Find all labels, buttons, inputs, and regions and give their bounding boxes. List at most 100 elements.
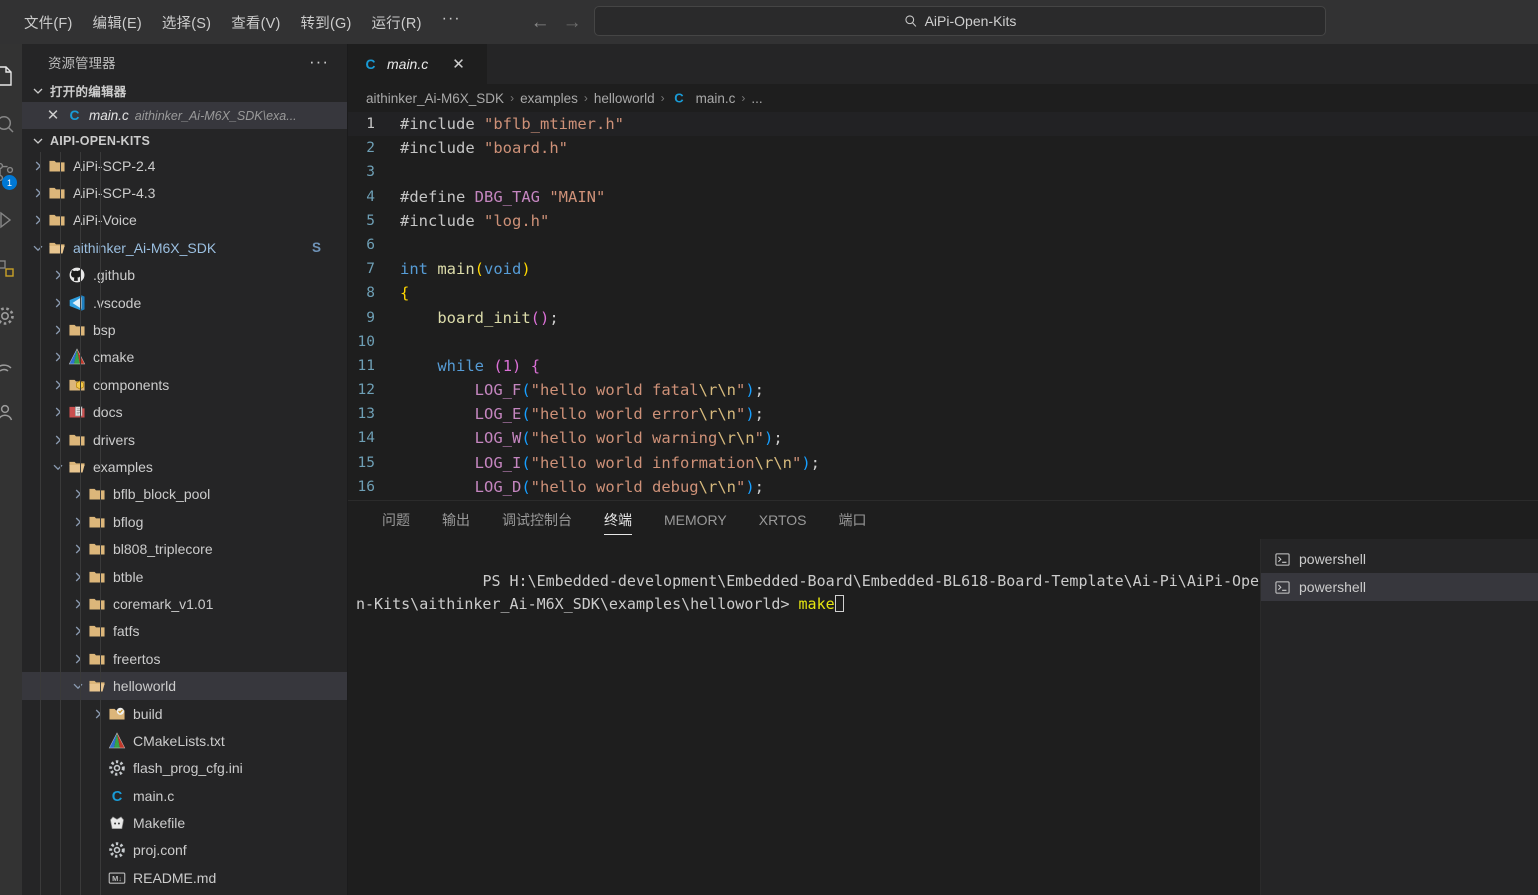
code-line[interactable]: 10 xyxy=(348,330,1538,354)
tree-folder-components[interactable]: components xyxy=(22,371,347,398)
tree-folder-bsp[interactable]: bsp xyxy=(22,316,347,343)
code-line[interactable]: 16 LOG_D("hello world debug\r\n"); xyxy=(348,475,1538,499)
tree-folder-coremark-v1-01[interactable]: coremark_v1.01 xyxy=(22,590,347,617)
tree-file-proj-conf[interactable]: proj.conf xyxy=(22,837,347,864)
explorer-more-icon[interactable]: ··· xyxy=(309,53,329,70)
tree-folder-build[interactable]: build xyxy=(22,700,347,727)
activity-run-debug[interactable] xyxy=(0,196,22,244)
tree-file-flash-prog-cfg-ini[interactable]: flash_prog_cfg.ini xyxy=(22,755,347,782)
tab-debug-console[interactable]: 调试控制台 xyxy=(486,501,588,539)
code-editor[interactable]: 1 #include "bflb_mtimer.h" 2 #include "boar… xyxy=(348,112,1538,500)
menu-file[interactable]: 文件(F) xyxy=(14,7,83,38)
code-line[interactable]: 5 #include "log.h" xyxy=(348,209,1538,233)
tree-folder-bl808-triplecore[interactable]: bl808_triplecore xyxy=(22,535,347,562)
tree-folder-bflb-block-pool[interactable]: bflb_block_pool xyxy=(22,481,347,508)
tree-folder-btble[interactable]: btble xyxy=(22,563,347,590)
tab-terminal[interactable]: 终端 xyxy=(588,501,648,539)
chevron-down-icon[interactable] xyxy=(50,459,66,475)
chevron-right-icon[interactable] xyxy=(30,212,46,228)
open-editor-item-main-c[interactable]: ✕ C main.c aithinker_Ai-M6X_SDK\exa... xyxy=(22,102,347,129)
chevron-right-icon[interactable] xyxy=(70,486,86,502)
chevron-right-icon[interactable] xyxy=(90,706,106,722)
code-line[interactable]: 2 #include "board.h" xyxy=(348,136,1538,160)
chevron-right-icon[interactable] xyxy=(50,349,66,365)
tree-folder-drivers[interactable]: drivers xyxy=(22,426,347,453)
menu-edit[interactable]: 编辑(E) xyxy=(83,7,152,38)
tree-folder-helloworld[interactable]: helloworld xyxy=(22,672,347,700)
code-line[interactable]: 11 while (1) { xyxy=(348,354,1538,378)
chevron-right-icon[interactable] xyxy=(50,322,66,338)
code-line[interactable]: 7 int main(void) xyxy=(348,257,1538,281)
tree-folder-aipi-scp-2-4[interactable]: AiPi-SCP-2.4 xyxy=(22,152,347,179)
chevron-down-icon[interactable] xyxy=(30,240,46,256)
tree-folder-aithinker-ai-m6x-sdk[interactable]: aithinker_Ai-M6X_SDK S xyxy=(22,234,347,261)
tree-folder--vscode[interactable]: .vscode xyxy=(22,289,347,316)
breadcrumb-item[interactable]: aithinker_Ai-M6X_SDK xyxy=(366,91,504,106)
terminal-output[interactable]: PS H:\Embedded-development\Embedded-Boar… xyxy=(348,539,1260,895)
chevron-right-icon[interactable] xyxy=(50,295,66,311)
tree-file-makefile[interactable]: Makefile xyxy=(22,809,347,836)
chevron-right-icon[interactable] xyxy=(30,185,46,201)
tree-file-cmakelists-txt[interactable]: CMakeLists.txt xyxy=(22,727,347,754)
activity-extensions[interactable] xyxy=(0,244,22,292)
activity-search[interactable] xyxy=(0,100,22,148)
tree-folder-fatfs[interactable]: fatfs xyxy=(22,618,347,645)
chevron-right-icon[interactable] xyxy=(70,623,86,639)
tree-file-readme-md[interactable]: M↓ README.md xyxy=(22,864,347,891)
close-icon[interactable]: ✕ xyxy=(452,57,465,72)
activity-remote[interactable] xyxy=(0,340,22,388)
tab-ports[interactable]: 端口 xyxy=(822,501,882,539)
terminal-instance-list[interactable]: powershell powershell xyxy=(1260,539,1538,895)
tree-folder-aipi-voice[interactable]: AiPi-Voice xyxy=(22,207,347,234)
menu-selection[interactable]: 选择(S) xyxy=(152,7,221,38)
menu-run[interactable]: 运行(R) xyxy=(361,7,431,38)
tab-xrtos[interactable]: XRTOS xyxy=(743,501,823,539)
chevron-right-icon[interactable] xyxy=(70,596,86,612)
tree-folder--github[interactable]: .github xyxy=(22,262,347,289)
chevron-right-icon[interactable] xyxy=(50,432,66,448)
back-arrow-icon[interactable]: ← xyxy=(531,13,550,32)
code-line[interactable]: 13 LOG_E("hello world error\r\n"); xyxy=(348,402,1538,426)
quick-input-search[interactable]: AiPi-Open-Kits xyxy=(594,6,1326,36)
code-line[interactable]: 1 #include "bflb_mtimer.h" xyxy=(348,112,1538,137)
breadcrumb-item[interactable]: examples xyxy=(520,91,578,106)
breadcrumb-item[interactable]: ... xyxy=(751,91,762,106)
tab-memory[interactable]: MEMORY xyxy=(648,501,743,539)
code-line[interactable]: 3 xyxy=(348,160,1538,184)
tree-folder-aipi-scp-4-3[interactable]: AiPi-SCP-4.3 xyxy=(22,179,347,206)
file-tree[interactable]: AiPi-SCP-2.4 AiPi-SCP-4.3 AiPi-Voice aithin… xyxy=(22,152,347,895)
chevron-down-icon[interactable] xyxy=(70,678,86,694)
code-line[interactable]: 14 LOG_W("hello world warning\r\n"); xyxy=(348,426,1538,450)
breadcrumb-item[interactable]: helloworld xyxy=(594,91,655,106)
code-line[interactable]: 9 board_init(); xyxy=(348,306,1538,330)
code-line[interactable]: 6 xyxy=(348,233,1538,257)
tab-output[interactable]: 输出 xyxy=(426,501,486,539)
tree-folder-examples[interactable]: examples xyxy=(22,453,347,480)
tree-folder-docs[interactable]: docs xyxy=(22,399,347,426)
forward-arrow-icon[interactable]: → xyxy=(563,13,582,32)
chevron-right-icon[interactable] xyxy=(50,404,66,420)
activity-explorer[interactable] xyxy=(0,52,22,100)
tree-folder-cmake[interactable]: cmake xyxy=(22,344,347,371)
close-icon[interactable]: ✕ xyxy=(46,108,60,123)
chevron-right-icon[interactable] xyxy=(70,514,86,530)
chevron-right-icon[interactable] xyxy=(50,267,66,283)
chevron-right-icon[interactable] xyxy=(50,377,66,393)
menu-go[interactable]: 转到(G) xyxy=(291,7,362,38)
code-line[interactable]: 12 LOG_F("hello world fatal\r\n"); xyxy=(348,378,1538,402)
open-editors-header[interactable]: 打开的编辑器 xyxy=(22,79,347,102)
menu-more-icon[interactable]: ··· xyxy=(432,8,471,36)
chevron-right-icon[interactable] xyxy=(30,158,46,174)
chevron-right-icon[interactable] xyxy=(70,569,86,585)
breadcrumb-item[interactable]: main.c xyxy=(696,91,736,106)
menu-view[interactable]: 查看(V) xyxy=(221,7,290,38)
breadcrumb[interactable]: aithinker_Ai-M6X_SDK › examples › helloworld… xyxy=(348,84,1538,112)
tree-folder-freertos[interactable]: freertos xyxy=(22,645,347,672)
workspace-header[interactable]: AIPI-OPEN-KITS xyxy=(22,129,347,152)
chevron-right-icon[interactable] xyxy=(70,651,86,667)
code-line[interactable]: 8{ xyxy=(348,281,1538,305)
terminal-list-item[interactable]: powershell xyxy=(1261,573,1538,601)
tree-folder-bflog[interactable]: bflog xyxy=(22,508,347,535)
tab-problems[interactable]: 问题 xyxy=(366,501,426,539)
activity-source-control[interactable]: 1 xyxy=(0,148,22,196)
